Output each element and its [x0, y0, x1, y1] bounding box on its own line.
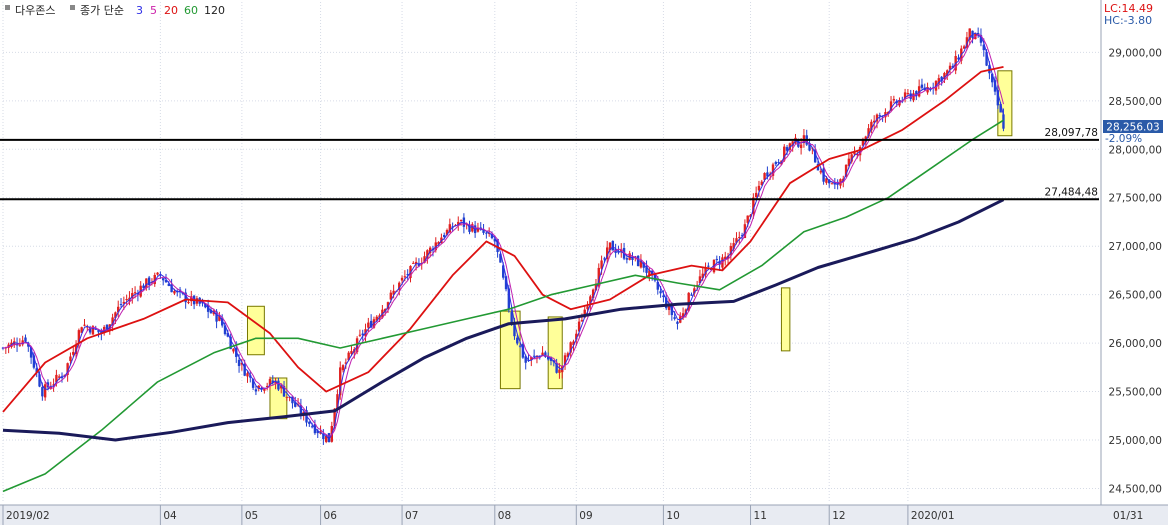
price-tick-label: 25,500,00: [1109, 387, 1162, 399]
highlight-box: [547, 316, 563, 390]
date-tick-label: 10: [666, 510, 679, 522]
candle-body: [237, 359, 241, 367]
support-line-label: 28,097,78: [1045, 127, 1098, 139]
highlight-box: [780, 287, 791, 352]
price-tick-label: 29,000,00: [1109, 47, 1162, 59]
hc-readout: HC:-3.80: [1104, 14, 1152, 27]
legend-square-icon: [5, 5, 10, 10]
candle-body: [443, 235, 446, 237]
candle-body: [611, 240, 615, 251]
candle-body: [18, 344, 22, 346]
date-tick-label: 06: [324, 510, 338, 522]
candle-body: [906, 93, 910, 95]
candle-body: [690, 294, 693, 296]
candle-body: [341, 365, 345, 371]
price-tick-label: 27,500,00: [1109, 193, 1162, 205]
price-tag-pct: -2.09%: [1105, 133, 1142, 145]
legend-ma-label: 종가 단순: [80, 4, 124, 17]
price-tick-label: 28,000,00: [1109, 144, 1162, 156]
candle-body: [125, 299, 128, 301]
candle-body: [232, 348, 235, 352]
candle-body: [462, 217, 466, 227]
candle-body: [367, 322, 370, 328]
candle-body: [774, 162, 778, 165]
price-tick-label: 25,000,00: [1109, 435, 1162, 447]
highlight-box: [246, 305, 265, 356]
legend-period-5: 5: [150, 4, 157, 17]
date-tick-label: 09: [579, 510, 592, 522]
candle-body: [830, 183, 834, 185]
candle-body: [485, 232, 488, 234]
date-tick-label: 01/31: [1113, 510, 1143, 522]
candle-body: [412, 262, 415, 264]
candle-body: [24, 337, 27, 342]
candle-body: [161, 278, 165, 281]
highlight-box: [997, 70, 1013, 137]
price-tag-value: 28,256.03: [1106, 122, 1159, 134]
legend-period-60: 60: [184, 4, 198, 17]
candle-body: [310, 426, 314, 428]
candle-body: [400, 277, 404, 281]
candle-body: [246, 373, 249, 377]
date-tick-label: 08: [498, 510, 511, 522]
candle-body: [541, 352, 544, 356]
candle-body: [156, 272, 159, 275]
support-line-label: 27,484,48: [1045, 186, 1098, 198]
candle-body: [254, 389, 258, 392]
candle-body: [133, 292, 137, 294]
candle-body: [285, 396, 289, 398]
candle-body: [518, 345, 522, 347]
candlestick-chart[interactable]: 29,000,00 28,500,00 28,000,00 27,500,00 27,0…: [0, 0, 1168, 525]
candle-body: [43, 384, 47, 398]
candle-body: [738, 236, 741, 238]
candle-body: [119, 304, 123, 306]
candle-body: [715, 258, 719, 260]
candle-body: [659, 291, 662, 294]
candle-body: [799, 144, 803, 149]
date-tick-label: 05: [245, 510, 258, 522]
candle-body: [558, 369, 561, 373]
candle-body: [173, 291, 176, 294]
candle-body: [308, 421, 311, 424]
candle-body: [625, 258, 629, 260]
candle-body: [358, 334, 362, 336]
stock-chart-window: 29,000,00 28,500,00 28,000,00 27,500,00 27,0…: [0, 0, 1168, 525]
date-tick-label: 2020/01: [911, 510, 955, 522]
price-tick-label: 26,500,00: [1109, 290, 1162, 302]
legend-period-3: 3: [136, 4, 143, 17]
candle-body: [892, 98, 896, 101]
price-tick-label: 27,000,00: [1109, 241, 1162, 253]
price-tick-label: 24,500,00: [1109, 483, 1162, 495]
candle-body: [676, 321, 679, 324]
date-tick-label: 12: [832, 510, 845, 522]
candle-body: [746, 215, 749, 223]
date-tick-label: 07: [405, 510, 418, 522]
candle-body: [516, 337, 519, 344]
candle-body: [920, 84, 924, 88]
legend-period-120: 120: [204, 4, 225, 17]
price-tick-label: 28,500,00: [1109, 96, 1162, 108]
candle-body: [41, 387, 44, 397]
candle-body: [673, 317, 676, 319]
date-tick-label: 11: [754, 510, 767, 522]
date-tick-label: 2019/02: [6, 510, 50, 522]
candle-body: [532, 355, 536, 357]
candle-body: [754, 192, 758, 197]
legend-bar: 다우존스 종가 단순 3 5 20 60 120: [5, 4, 225, 17]
legend-square-icon: [70, 5, 75, 10]
candle-body: [403, 276, 407, 278]
candle-body: [69, 356, 72, 362]
candle-body: [187, 301, 190, 304]
legend-period-20: 20: [164, 4, 178, 17]
price-tick-label: 26,000,00: [1109, 338, 1162, 350]
date-tick-label: 04: [163, 510, 177, 522]
legend-title: 다우존스: [15, 4, 55, 17]
candle-body: [819, 171, 822, 173]
candle-body: [912, 93, 915, 101]
candle-body: [83, 324, 86, 326]
candle-body: [707, 265, 710, 267]
candle-body: [459, 220, 463, 222]
